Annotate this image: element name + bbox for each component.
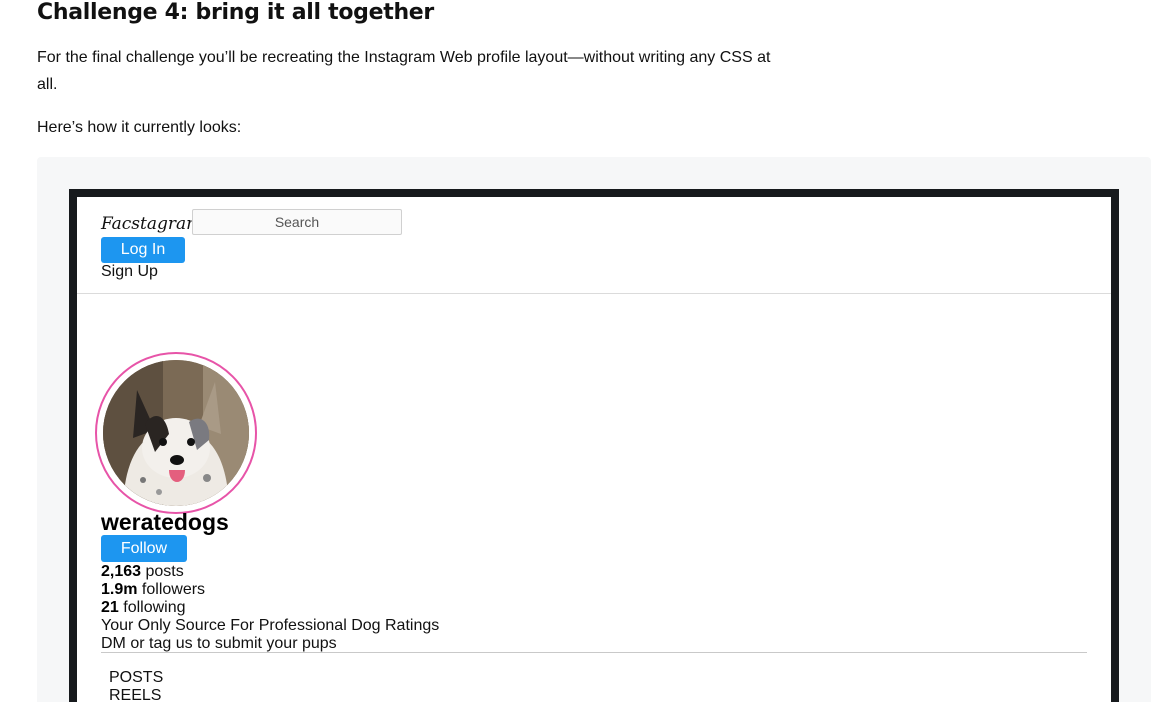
bio-line-1: Your Only Source For Professional Dog Ra… — [101, 617, 440, 634]
current-label: Here’s how it currently looks: — [37, 119, 242, 136]
stat-posts-value: 2,163 — [101, 563, 142, 580]
page-title: Challenge 4: bring it all together — [37, 0, 434, 25]
bio-line-2: DM or tag us to submit your pups — [101, 635, 337, 652]
follow-button[interactable]: Follow — [101, 535, 187, 562]
search-input[interactable] — [192, 209, 402, 235]
demo-screen: Facstagram Log In Sign Up — [77, 197, 1111, 702]
stat-followers[interactable]: 1.9m followers — [101, 581, 205, 599]
stat-following-label: following — [123, 599, 186, 616]
stat-following[interactable]: 21 following — [101, 599, 186, 617]
tab-posts[interactable]: POSTS — [109, 669, 163, 687]
dog-photo-icon — [103, 360, 249, 506]
dog-photo — [103, 360, 249, 506]
header-divider — [77, 293, 1111, 294]
avatar[interactable] — [95, 352, 257, 514]
tabs-divider — [101, 652, 1087, 653]
stat-followers-value: 1.9m — [101, 581, 138, 598]
stat-posts-label: posts — [145, 563, 184, 580]
profile-username: weratedogs — [101, 509, 229, 535]
signup-link[interactable]: Sign Up — [101, 263, 158, 281]
stat-followers-label: followers — [141, 581, 206, 598]
intro-paragraph: For the final challenge you’ll be recrea… — [37, 49, 771, 93]
stat-following-value: 21 — [101, 599, 119, 616]
stat-posts[interactable]: 2,163 posts — [101, 563, 184, 581]
tab-reels[interactable]: REELS — [109, 687, 161, 702]
facstagram-logo[interactable]: Facstagram — [101, 214, 202, 234]
login-button[interactable]: Log In — [101, 237, 185, 263]
